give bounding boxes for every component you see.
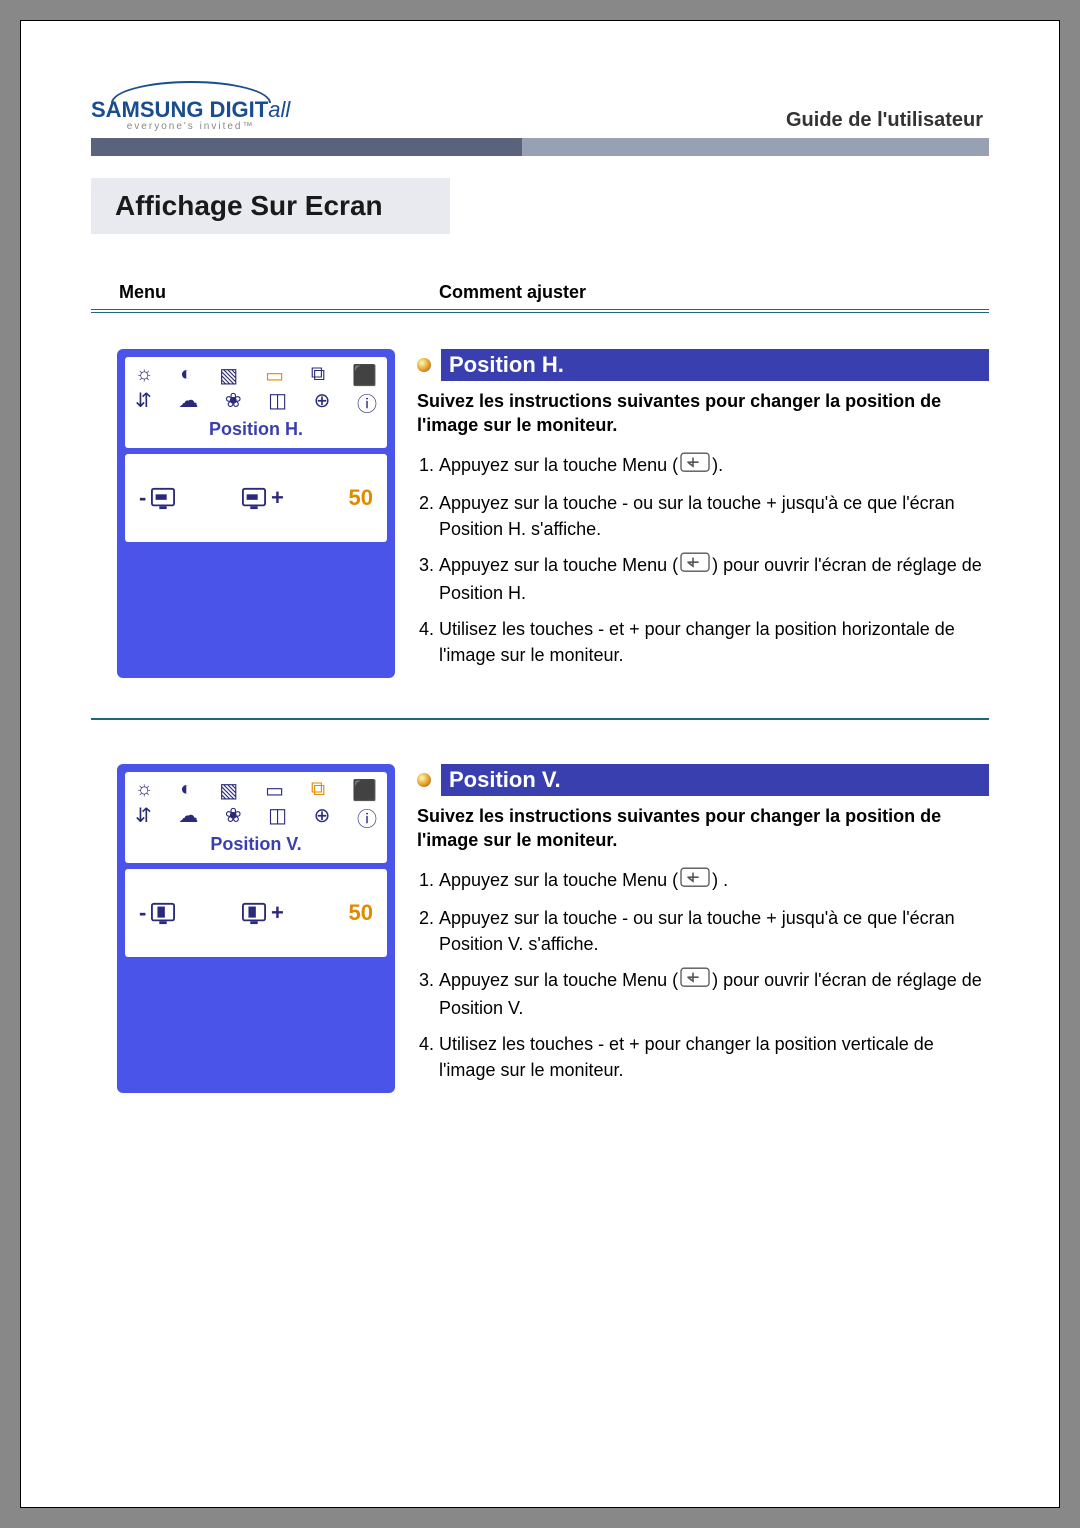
osd-icon: ☁	[178, 388, 198, 417]
menu-key-icon	[680, 452, 710, 479]
step-text: Appuyez sur la touche Menu (	[439, 455, 678, 475]
menu-key-icon	[680, 867, 710, 894]
page-title-block: Affichage Sur Ecran	[91, 178, 989, 234]
osd-icon-row: ⇵ ☁ ❀ ◫ ⊕ ⓘ	[135, 388, 377, 417]
osd-icon-row: ☼ ◐ ▧ ▭ ⧉ ⬛	[135, 778, 377, 803]
osd-icon: ⧉	[311, 778, 325, 803]
brand-logo: SAMSUNG DIGITall everyone's invited™	[91, 81, 290, 132]
osd-icon: ◫	[268, 388, 287, 417]
step-item: Utilisez les touches - et + pour changer…	[439, 616, 989, 668]
osd-icon: ▧	[219, 363, 238, 388]
section: ☼◐▧▭⧉⬛⇵☁❀◫⊕ⓘPosition V.- +50Position V.S…	[91, 764, 989, 1093]
osd-bottom: - +50	[125, 454, 387, 542]
divider-single	[91, 718, 989, 720]
osd-icon: ☁	[178, 803, 198, 832]
step-item: Appuyez sur la touche Menu ( ) .	[439, 867, 989, 895]
osd-icon: ⧉	[311, 363, 325, 388]
osd-icon: ⓘ	[357, 388, 377, 417]
step-text: ).	[712, 455, 723, 475]
menu-key-icon	[680, 552, 710, 579]
osd-icon: ⊕	[314, 803, 331, 832]
osd-icon: ⬛	[352, 778, 377, 803]
steps-list: Appuyez sur la touche Menu ().Appuyez su…	[417, 452, 989, 668]
section-content: Position V. Suivez les instructions suiva…	[417, 764, 989, 1093]
osd-icon: ☼	[135, 363, 153, 388]
brand-suffix: all	[268, 97, 290, 122]
osd-bottom: - +50	[125, 869, 387, 957]
column-headers: Menu Comment ajuster	[91, 282, 989, 303]
section-subtitle: Suivez les instructions suivantes pour c…	[417, 804, 989, 853]
osd-plus: +	[241, 485, 284, 511]
osd-icon-row: ☼ ◐ ▧ ▭ ⧉ ⬛	[135, 363, 377, 388]
step-text: Appuyez sur la touche - ou sur la touche…	[439, 493, 955, 539]
header-row: SAMSUNG DIGITall everyone's invited™ Gui…	[91, 81, 989, 132]
document-page: SAMSUNG DIGITall everyone's invited™ Gui…	[20, 20, 1060, 1508]
bullet-icon	[417, 773, 431, 787]
bullet-icon	[417, 358, 431, 372]
osd-icon: ⬛	[352, 363, 377, 388]
step-item: Appuyez sur la touche Menu ().	[439, 452, 989, 480]
steps-list: Appuyez sur la touche Menu () .Appuyez s…	[417, 867, 989, 1083]
osd-plus: +	[241, 900, 284, 926]
osd-preview: ☼ ◐ ▧ ▭ ⧉ ⬛ ⇵ ☁ ❀ ◫ ⊕ ⓘPosition V. - +50	[117, 764, 395, 1093]
osd-minus: -	[139, 485, 176, 511]
osd-icon: ⓘ	[357, 803, 377, 832]
section-subtitle: Suivez les instructions suivantes pour c…	[417, 389, 989, 438]
step-text: Appuyez sur la touche Menu (	[439, 555, 678, 575]
osd-icon: ▧	[219, 778, 238, 803]
step-text: Utilisez les touches - et + pour changer…	[439, 619, 955, 665]
menu-key-icon	[680, 967, 710, 994]
osd-icon: ◐	[180, 778, 192, 803]
osd-icon-row: ⇵ ☁ ❀ ◫ ⊕ ⓘ	[135, 803, 377, 832]
page-title: Affichage Sur Ecran	[91, 178, 450, 234]
section-content: Position H. Suivez les instructions suiva…	[417, 349, 989, 678]
osd-icon: ▭	[265, 363, 284, 388]
osd-icon: ◐	[180, 363, 192, 388]
column-menu: Menu	[119, 282, 439, 303]
section-head: Position V.	[417, 764, 989, 796]
section-head: Position H.	[417, 349, 989, 381]
step-item: Appuyez sur la touche Menu () pour ouvri…	[439, 967, 989, 1021]
osd-icon: ⇵	[135, 803, 152, 832]
step-text: Utilisez les touches - et + pour changer…	[439, 1034, 934, 1080]
osd-icon: ☼	[135, 778, 153, 803]
step-item: Appuyez sur la touche Menu () pour ouvri…	[439, 552, 989, 606]
section-title: Position H.	[441, 349, 989, 381]
column-adjust: Comment ajuster	[439, 282, 586, 303]
osd-icon: ⊕	[314, 388, 331, 417]
osd-icon: ⇵	[135, 388, 152, 417]
osd-icon: ❀	[225, 803, 242, 832]
osd-value: 50	[349, 485, 373, 511]
osd-top: ☼ ◐ ▧ ▭ ⧉ ⬛ ⇵ ☁ ❀ ◫ ⊕ ⓘPosition H.	[125, 357, 387, 448]
osd-label: Position V.	[135, 834, 377, 855]
step-text: Appuyez sur la touche - ou sur la touche…	[439, 908, 955, 954]
divider-double	[91, 309, 989, 313]
brand-name: SAMSUNG DIGITall	[91, 97, 290, 123]
osd-icon: ◫	[268, 803, 287, 832]
step-text: Appuyez sur la touche Menu (	[439, 970, 678, 990]
header-bar	[91, 138, 989, 156]
osd-value: 50	[349, 900, 373, 926]
step-item: Utilisez les touches - et + pour changer…	[439, 1031, 989, 1083]
step-item: Appuyez sur la touche - ou sur la touche…	[439, 490, 989, 542]
brand-main: SAMSUNG DIGIT	[91, 97, 268, 122]
osd-icon: ❀	[225, 388, 242, 417]
osd-icon: ▭	[265, 778, 284, 803]
section-title: Position V.	[441, 764, 989, 796]
osd-preview: ☼ ◐ ▧ ▭ ⧉ ⬛ ⇵ ☁ ❀ ◫ ⊕ ⓘPosition H. - +50	[117, 349, 395, 678]
osd-minus: -	[139, 900, 176, 926]
osd-label: Position H.	[135, 419, 377, 440]
guide-title: Guide de l'utilisateur	[786, 109, 989, 132]
step-text: ) .	[712, 870, 728, 890]
step-text: Appuyez sur la touche Menu (	[439, 870, 678, 890]
osd-top: ☼ ◐ ▧ ▭ ⧉ ⬛ ⇵ ☁ ❀ ◫ ⊕ ⓘPosition V.	[125, 772, 387, 863]
step-item: Appuyez sur la touche - ou sur la touche…	[439, 905, 989, 957]
section: ☼◐▧▭⧉⬛⇵☁❀◫⊕ⓘPosition H.- +50Position H.S…	[91, 349, 989, 678]
